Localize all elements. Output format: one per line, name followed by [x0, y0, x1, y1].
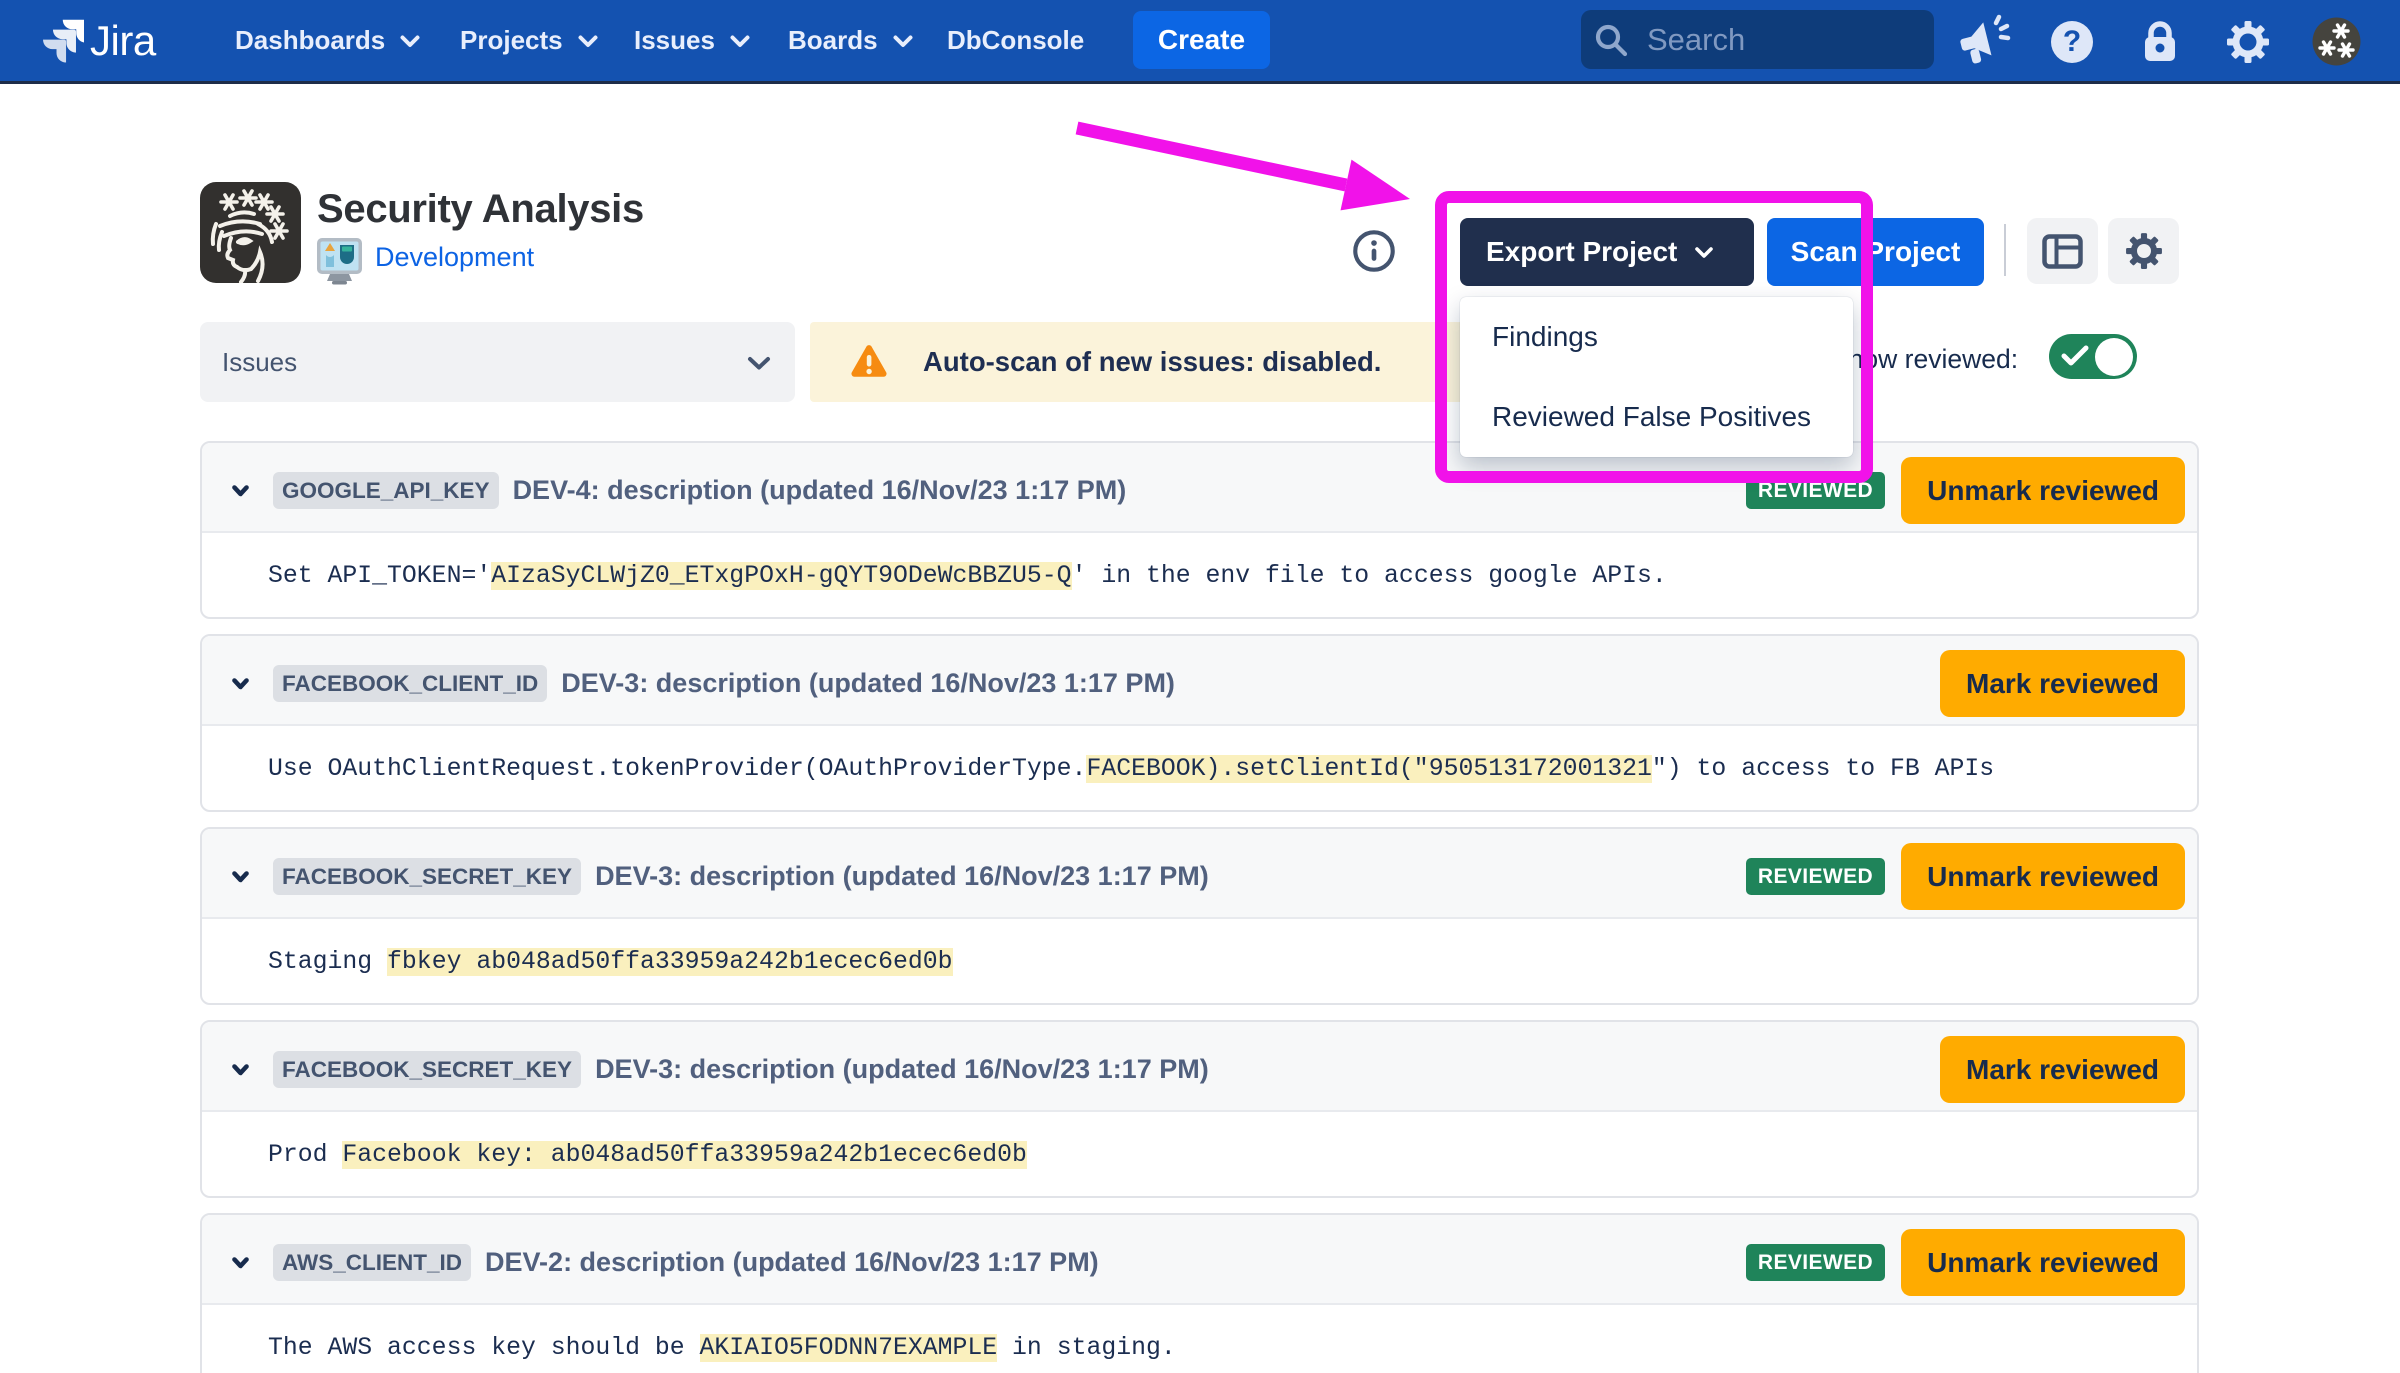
svg-text:?: ? [2063, 25, 2081, 58]
